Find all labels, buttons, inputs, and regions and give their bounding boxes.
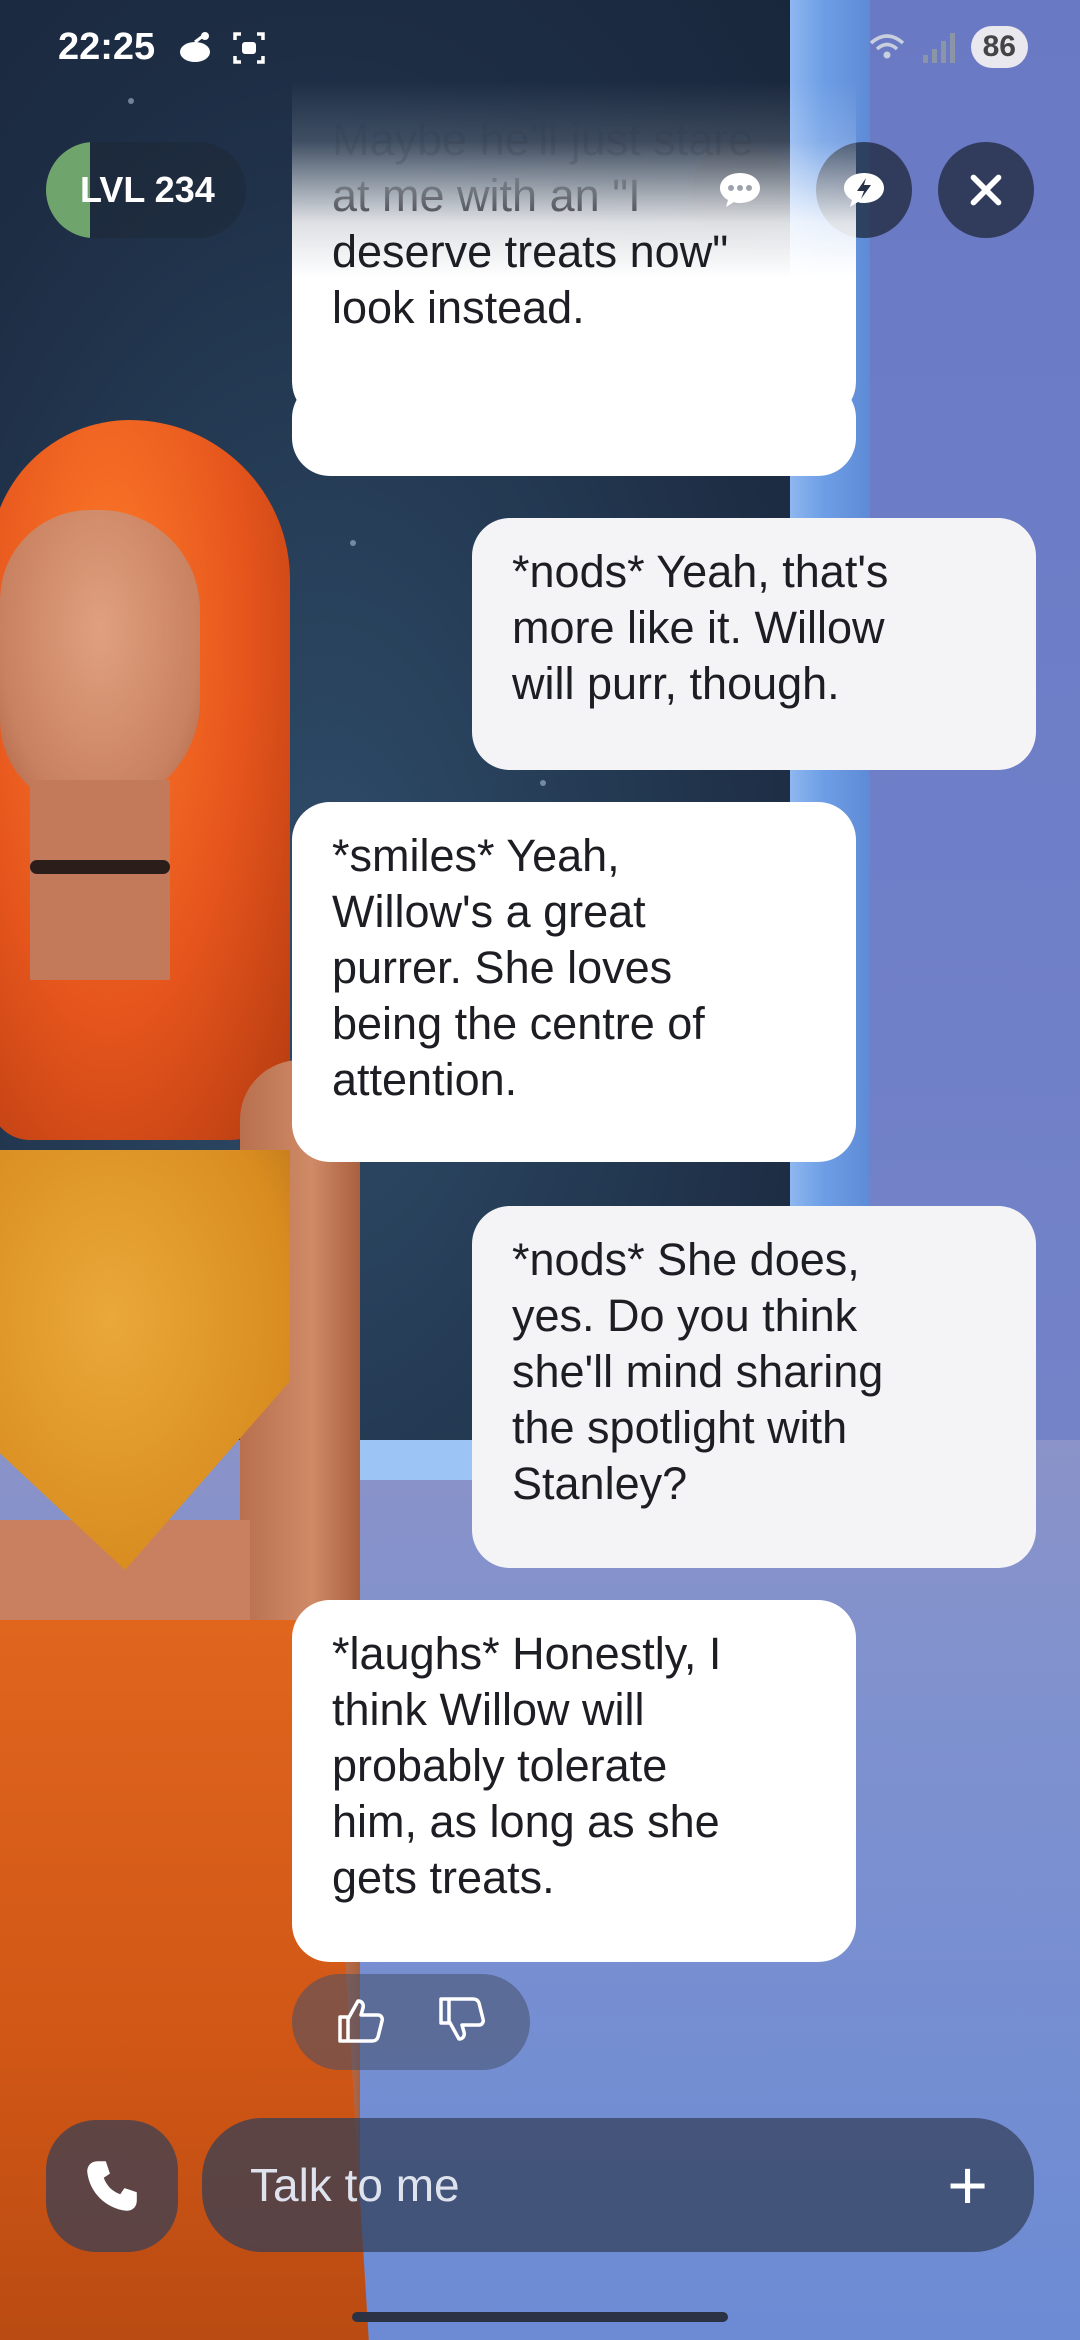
- signal-icon: [922, 33, 955, 63]
- feedback-bar: [292, 1974, 530, 2070]
- home-indicator[interactable]: [352, 2312, 728, 2322]
- avatar-neck: [30, 780, 170, 980]
- message-bubble-ai[interactable]: *smiles* Yeah, Willow's a great purrer. …: [292, 802, 856, 1162]
- message-bubble-ai[interactable]: *laughs* Honestly, I think Willow will p…: [292, 1600, 856, 1962]
- message-composer: +: [202, 2118, 1034, 2252]
- thumbs-down-button[interactable]: [435, 1993, 489, 2052]
- avatar-choker: [30, 860, 170, 874]
- screen-record-icon: [233, 32, 265, 64]
- close-icon: [970, 174, 1002, 206]
- wifi-icon: [869, 34, 904, 59]
- star: [540, 780, 546, 786]
- thumbs-down-icon: [438, 1996, 485, 2041]
- message-bubble-user[interactable]: *nods* She does, yes. Do you think she'l…: [472, 1206, 1036, 1568]
- call-button[interactable]: [46, 2120, 178, 2252]
- phone-icon: [87, 2161, 137, 2211]
- status-left-icons: [175, 28, 269, 68]
- close-button[interactable]: [938, 142, 1034, 238]
- avatar-face: [0, 510, 200, 810]
- thumbs-up-icon: [337, 1998, 384, 2043]
- message-bubble-user[interactable]: *nods* Yeah, that's more like it. Willow…: [472, 518, 1036, 770]
- plus-icon[interactable]: +: [947, 2150, 988, 2220]
- battery-level: 86: [970, 26, 1028, 68]
- faded-message-tail: [292, 380, 856, 476]
- reddit-icon: [180, 32, 210, 62]
- level-label: LVL 234: [80, 169, 215, 210]
- level-badge[interactable]: LVL 234: [46, 142, 246, 238]
- status-right: 86: [867, 26, 1028, 68]
- thumbs-up-button[interactable]: [334, 1993, 388, 2052]
- message-input[interactable]: [248, 2157, 948, 2213]
- status-time: 22:25: [58, 26, 156, 68]
- faded-message-text: Maybe he'll just stare at me with an "I …: [332, 114, 754, 333]
